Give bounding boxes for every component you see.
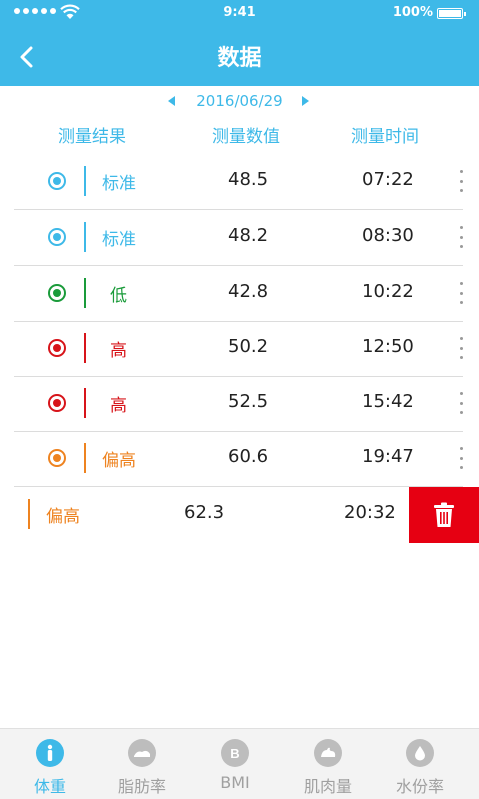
record-time: 12:50 [362, 336, 414, 357]
status-radio-icon [48, 228, 66, 246]
status-radio-icon [48, 284, 66, 302]
record-status: 标准 [102, 230, 136, 250]
record-status: 高 [110, 341, 127, 361]
battery-percent: 100% [392, 5, 433, 20]
page-title: 数据 [217, 46, 262, 71]
status-bar-mark [84, 443, 86, 473]
fat-icon [128, 739, 156, 767]
record-time: 10:22 [362, 281, 414, 302]
tab-water-drop[interactable]: 水份率 [372, 729, 468, 799]
record-time: 08:30 [362, 225, 414, 246]
status-bar-mark [84, 388, 86, 418]
status-radio-icon [48, 172, 66, 190]
tab-label: 脂肪率 [117, 777, 166, 796]
status-bar-mark [84, 333, 86, 363]
record-time: 07:22 [362, 169, 414, 190]
more-options-icon[interactable] [458, 447, 464, 469]
tab-label: BMI [220, 773, 250, 792]
column-header-time: 测量时间 [351, 127, 419, 147]
record-time: 15:42 [362, 391, 414, 412]
more-options-icon[interactable] [458, 226, 464, 248]
bmi-icon: B [221, 739, 249, 767]
status-bar-mark [28, 499, 30, 529]
muscle-icon [314, 739, 342, 767]
status-radio-icon [48, 394, 66, 412]
record-row[interactable]: 高 50.2 12:50 [0, 321, 479, 377]
status-radio-icon [48, 339, 66, 357]
record-value: 60.6 [228, 446, 269, 467]
record-status: 偏高 [46, 507, 80, 527]
record-status: 偏高 [102, 451, 136, 471]
tab-bmi[interactable]: B BMI [187, 729, 283, 799]
record-row[interactable]: 标准 48.2 08:30 [0, 210, 479, 266]
record-row[interactable]: 偏高 60.6 19:47 [0, 431, 479, 487]
status-bar: 9:41 100% [0, 0, 479, 26]
record-row[interactable]: 低 42.8 10:22 [0, 266, 479, 322]
status-bar-mark [84, 222, 86, 252]
tab-label: 水份率 [395, 777, 444, 796]
next-date-arrow-icon[interactable] [302, 96, 309, 106]
record-value: 62.3 [184, 502, 225, 523]
tab-fat[interactable]: 脂肪率 [94, 729, 190, 799]
swiped-record-row[interactable]: 偏高 62.3 20:32 [0, 487, 479, 543]
more-options-icon[interactable] [458, 392, 464, 414]
tab-person[interactable]: 体重 [2, 729, 98, 799]
date-nav: 2016/06/29 [0, 92, 479, 112]
tab-bar: 体重 脂肪率 B BMI 肌肉量 水份率 [0, 728, 479, 799]
record-status: 高 [110, 396, 127, 416]
more-options-icon[interactable] [458, 170, 464, 192]
record-time: 20:32 [344, 502, 396, 523]
record-value: 42.8 [228, 281, 269, 302]
record-time: 19:47 [362, 446, 414, 467]
status-bar-mark [84, 278, 86, 308]
tab-label: 肌肉量 [303, 777, 352, 796]
record-value: 48.5 [228, 169, 269, 190]
status-radio-icon [48, 449, 66, 467]
water-drop-icon [406, 739, 434, 767]
delete-button[interactable] [409, 487, 479, 543]
battery-icon [437, 8, 466, 19]
column-header-result: 测量结果 [58, 127, 126, 147]
person-icon [36, 739, 64, 767]
record-value: 48.2 [228, 225, 269, 246]
trash-icon [434, 502, 454, 527]
record-status: 低 [110, 286, 127, 306]
column-headers: 测量结果 测量数值 测量时间 [0, 122, 479, 147]
status-bar-mark [84, 166, 86, 196]
header: 9:41 100% 数据 [0, 0, 479, 86]
record-status: 标准 [102, 174, 136, 194]
date-label: 2016/06/29 [196, 92, 283, 110]
more-options-icon[interactable] [458, 337, 464, 359]
tab-label: 体重 [33, 777, 66, 796]
tab-muscle[interactable]: 肌肉量 [280, 729, 376, 799]
record-value: 52.5 [228, 391, 269, 412]
record-row[interactable]: 高 52.5 15:42 [0, 376, 479, 432]
record-row[interactable]: 标准 48.5 07:22 [0, 154, 479, 210]
column-header-value: 测量数值 [212, 127, 280, 147]
record-value: 50.2 [228, 336, 269, 357]
more-options-icon[interactable] [458, 282, 464, 304]
